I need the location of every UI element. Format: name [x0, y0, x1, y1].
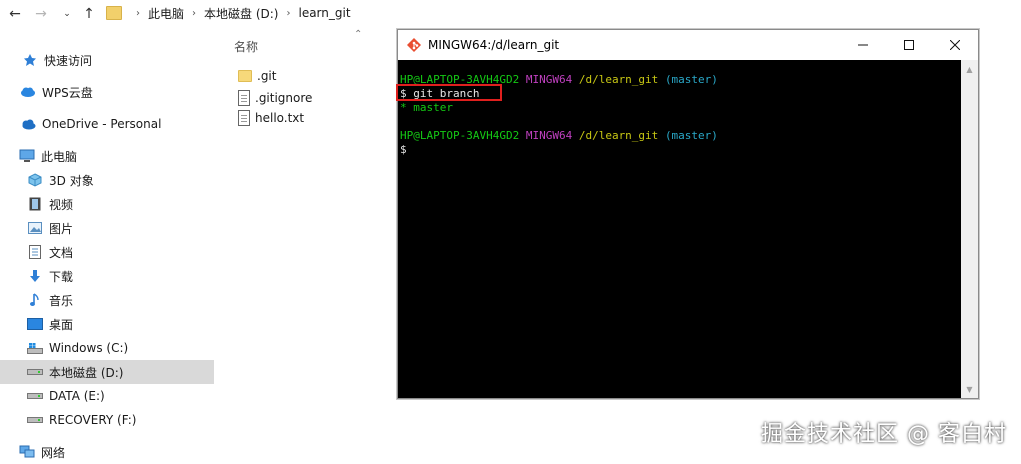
- prompt-line: HP@LAPTOP-3AVH4GD2 MINGW64 /d/learn_git …: [400, 129, 718, 143]
- windows-drive-icon: [27, 341, 43, 355]
- file-name: .git: [257, 69, 277, 83]
- sidebar-item-label: 音乐: [49, 293, 74, 308]
- drive-icon: [27, 365, 43, 379]
- download-icon: [27, 269, 43, 283]
- network-icon: [19, 445, 35, 459]
- explorer-navbar: ← → ⌄ ↑ › 此电脑 › 本地磁盘 (D:) › learn_git: [0, 0, 1021, 28]
- prompt-path: /d/learn_git: [578, 73, 659, 86]
- breadcrumb-separator-icon: ›: [136, 7, 140, 19]
- sidebar-item-label: RECOVERY (F:): [49, 413, 137, 427]
- prompt-branch: (master): [664, 73, 718, 86]
- breadcrumb-item-this-pc[interactable]: 此电脑: [148, 5, 184, 22]
- file-row-git-folder[interactable]: .git: [238, 66, 276, 86]
- sidebar-item-videos[interactable]: 视频: [0, 192, 214, 216]
- breadcrumb-separator-icon: ›: [286, 7, 291, 19]
- recent-locations-chevron-icon[interactable]: ⌄: [56, 4, 78, 24]
- file-row-hello-txt[interactable]: hello.txt: [238, 108, 304, 128]
- file-row-gitignore[interactable]: .gitignore: [238, 88, 312, 108]
- address-bar[interactable]: › 此电脑 › 本地磁盘 (D:) › learn_git: [100, 2, 760, 24]
- documents-icon: [27, 245, 43, 259]
- desktop-icon: [27, 317, 43, 331]
- drive-icon: [27, 389, 43, 403]
- sidebar-item-downloads[interactable]: 下载: [0, 264, 214, 288]
- collapse-chevron-icon[interactable]: ⌃: [354, 29, 362, 40]
- sidebar-item-label: 图片: [49, 221, 74, 236]
- breadcrumb-item-learn-git[interactable]: learn_git: [298, 6, 350, 20]
- breadcrumb-separator-icon: ›: [192, 7, 197, 19]
- command-highlight-box: [396, 84, 502, 101]
- minimize-icon[interactable]: [840, 30, 886, 60]
- document-icon: [238, 110, 250, 126]
- sidebar-item-pictures[interactable]: 图片: [0, 216, 214, 240]
- computer-icon: [19, 149, 35, 163]
- prompt-user: HP@LAPTOP-3AVH4GD2: [400, 129, 520, 142]
- pictures-icon: [27, 221, 43, 235]
- command-line: $: [400, 143, 407, 156]
- sidebar-item-label: DATA (E:): [49, 389, 105, 403]
- sidebar-item-drive-d[interactable]: 本地磁盘 (D:): [0, 360, 214, 384]
- terminal-window[interactable]: MINGW64:/d/learn_git HP@LAPTOP-3AVH4GD2 …: [396, 29, 979, 399]
- terminal-title: MINGW64:/d/learn_git: [428, 38, 560, 52]
- sidebar-item-drive-c[interactable]: Windows (C:): [0, 336, 214, 360]
- prompt-branch: (master): [664, 129, 718, 142]
- cloud-icon: [20, 85, 36, 99]
- sidebar-item-drive-e[interactable]: DATA (E:): [0, 384, 214, 408]
- sidebar-item-label: 本地磁盘 (D:): [49, 365, 124, 380]
- sidebar-item-label: 桌面: [49, 317, 74, 332]
- folder-icon: [106, 6, 122, 20]
- command-output: * master: [400, 101, 453, 114]
- terminal-scrollbar[interactable]: ▲ ▼: [961, 60, 978, 398]
- terminal-titlebar[interactable]: MINGW64:/d/learn_git: [398, 30, 978, 60]
- sidebar-item-onedrive[interactable]: OneDrive - Personal: [0, 112, 214, 136]
- terminal-output[interactable]: HP@LAPTOP-3AVH4GD2 MINGW64 /d/learn_git …: [398, 60, 961, 398]
- maximize-icon[interactable]: [886, 30, 932, 60]
- sidebar-item-label: 视频: [49, 197, 74, 212]
- scroll-up-icon[interactable]: ▲: [961, 62, 978, 76]
- document-icon: [238, 90, 250, 106]
- git-bash-icon: [406, 37, 422, 53]
- sidebar-item-label: 快速访问: [44, 53, 93, 68]
- sidebar-item-label: OneDrive - Personal: [42, 117, 162, 131]
- sidebar-item-network[interactable]: 网络: [0, 440, 214, 464]
- folder-icon: [238, 70, 252, 82]
- sidebar-item-wps-cloud[interactable]: WPS云盘: [0, 80, 214, 104]
- sidebar-item-this-pc[interactable]: 此电脑: [0, 144, 214, 168]
- sidebar-item-label: 网络: [41, 445, 66, 460]
- watermark-text: 掘金技术社区 @ 客白村: [761, 422, 1007, 447]
- sidebar-item-label: 下载: [49, 269, 74, 284]
- up-arrow-icon[interactable]: ↑: [78, 4, 100, 24]
- column-header-name[interactable]: 名称: [234, 38, 258, 55]
- close-icon[interactable]: [932, 30, 978, 60]
- sidebar-item-quick-access[interactable]: 快速访问: [0, 48, 214, 72]
- navigation-pane: 快速访问 WPS云盘 OneDrive - Personal 此电脑 3D 对象…: [0, 44, 214, 462]
- file-name: .gitignore: [255, 91, 313, 105]
- sidebar-item-label: Windows (C:): [49, 341, 129, 355]
- sidebar-item-label: 文档: [49, 245, 74, 260]
- sidebar-item-label: 3D 对象: [49, 173, 94, 188]
- prompt-env: MINGW64: [525, 129, 573, 142]
- pin-icon: [22, 53, 38, 67]
- prompt-env: MINGW64: [525, 73, 573, 86]
- onedrive-icon: [20, 117, 36, 131]
- sidebar-item-3d-objects[interactable]: 3D 对象: [0, 168, 214, 192]
- sidebar-item-label: 此电脑: [41, 149, 78, 164]
- breadcrumb-item-drive-d[interactable]: 本地磁盘 (D:): [204, 5, 278, 22]
- drive-icon: [27, 413, 43, 427]
- sidebar-item-desktop[interactable]: 桌面: [0, 312, 214, 336]
- back-arrow-icon[interactable]: ←: [4, 4, 26, 24]
- forward-arrow-icon[interactable]: →: [30, 4, 52, 24]
- 3d-objects-icon: [27, 173, 43, 187]
- file-name: hello.txt: [255, 111, 305, 125]
- sidebar-item-drive-f[interactable]: RECOVERY (F:): [0, 408, 214, 432]
- sidebar-item-music[interactable]: 音乐: [0, 288, 214, 312]
- prompt-path: /d/learn_git: [578, 129, 659, 142]
- music-icon: [27, 293, 43, 307]
- video-icon: [27, 197, 43, 211]
- sidebar-item-documents[interactable]: 文档: [0, 240, 214, 264]
- scroll-down-icon[interactable]: ▼: [961, 382, 978, 396]
- sidebar-item-label: WPS云盘: [42, 85, 93, 100]
